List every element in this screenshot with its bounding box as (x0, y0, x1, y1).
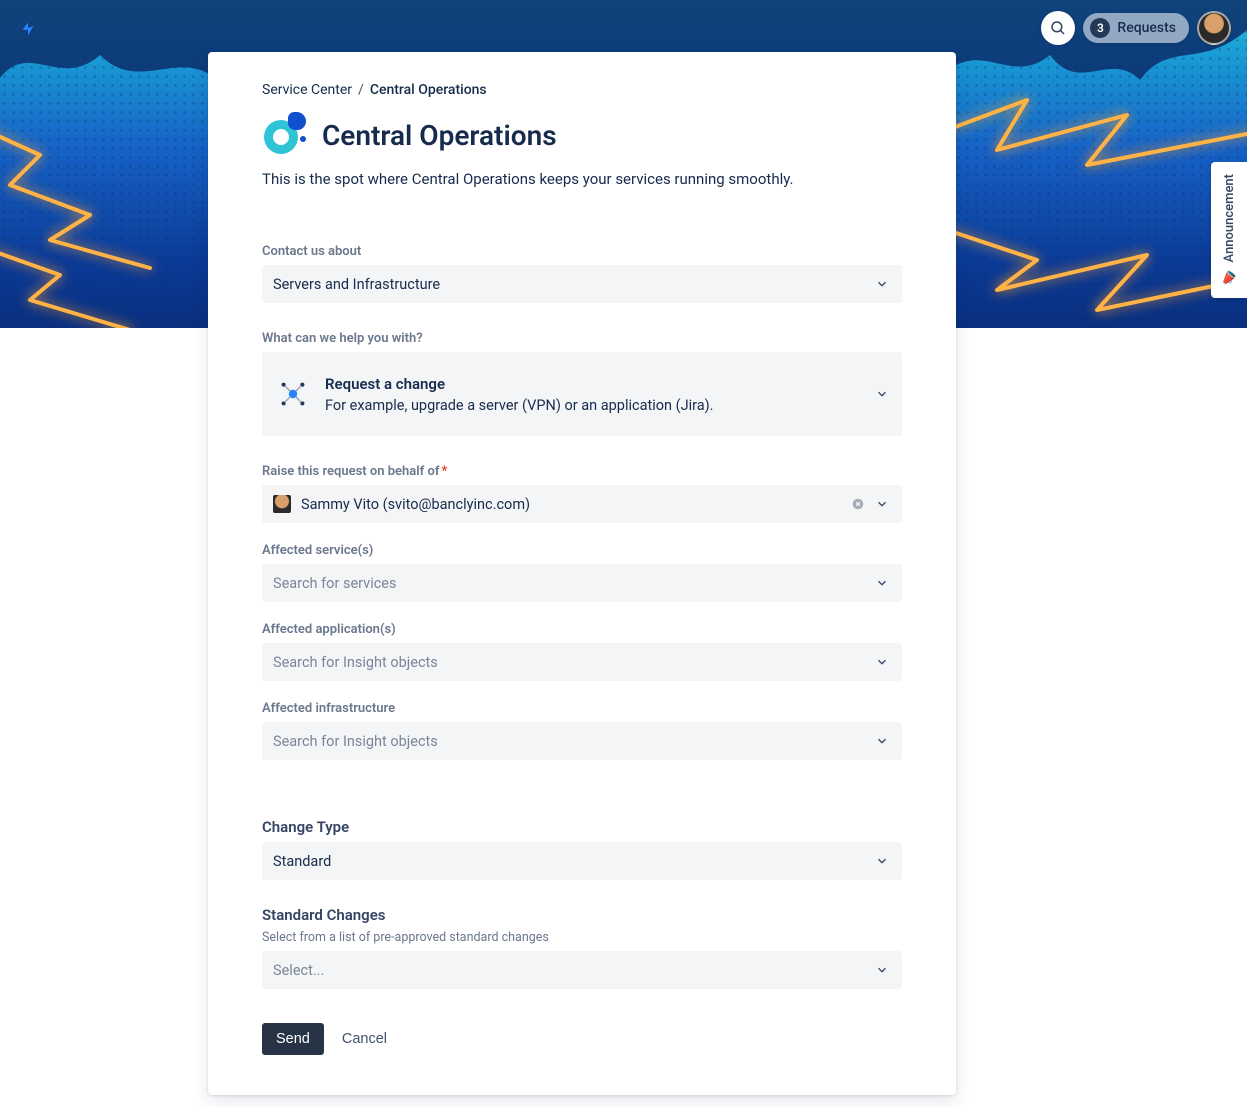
megaphone-icon: 📣 (1218, 268, 1240, 289)
lightning-bolt-icon (0, 240, 220, 328)
affected-infra-label: Affected infrastructure (262, 701, 902, 716)
standard-changes-label: Standard Changes (262, 906, 902, 924)
affected-apps-label: Affected application(s) (262, 622, 902, 637)
announcement-label: Announcement (1222, 174, 1237, 262)
change-type-label: Change Type (262, 818, 902, 836)
behalf-of-label: Raise this request on behalf of* (262, 464, 902, 479)
affected-services-label: Affected service(s) (262, 543, 902, 558)
user-avatar-icon (273, 495, 291, 513)
request-form-card: Service Center / Central Operations Cent… (208, 52, 956, 1095)
affected-infra-placeholder: Search for Insight objects (273, 733, 873, 750)
breadcrumb: Service Center / Central Operations (262, 82, 902, 98)
help-with-label: What can we help you with? (262, 331, 902, 346)
announcement-tab[interactable]: Announcement 📣 (1211, 162, 1247, 298)
chevron-down-icon (873, 734, 891, 748)
chevron-down-icon (873, 655, 891, 669)
requests-label: Requests (1117, 20, 1176, 36)
app-logo-icon[interactable] (16, 16, 40, 40)
standard-changes-placeholder: Select... (273, 962, 873, 979)
chevron-down-icon (873, 576, 891, 590)
behalf-of-value: Sammy Vito (svito@banclyinc.com) (301, 496, 849, 513)
cancel-button[interactable]: Cancel (338, 1023, 391, 1055)
required-indicator: * (441, 464, 447, 479)
affected-apps-select[interactable]: Search for Insight objects (262, 643, 902, 681)
affected-services-select[interactable]: Search for services (262, 564, 902, 602)
chevron-down-icon (873, 854, 891, 868)
top-bar: 3 Requests (0, 8, 1247, 48)
chevron-down-icon (873, 277, 891, 291)
contact-about-value: Servers and Infrastructure (273, 276, 873, 293)
chevron-down-icon (873, 963, 891, 977)
requests-count-badge: 3 (1090, 18, 1110, 38)
chevron-down-icon (873, 387, 891, 401)
page-description: This is the spot where Central Operation… (262, 170, 902, 188)
chevron-down-icon (873, 497, 891, 511)
affected-apps-placeholder: Search for Insight objects (273, 654, 873, 671)
request-change-icon (277, 378, 309, 410)
portal-gear-icon (262, 112, 308, 158)
affected-infra-select[interactable]: Search for Insight objects (262, 722, 902, 760)
send-button[interactable]: Send (262, 1023, 324, 1055)
behalf-of-select[interactable]: Sammy Vito (svito@banclyinc.com) (262, 485, 902, 523)
requests-button[interactable]: 3 Requests (1083, 13, 1189, 43)
change-type-value: Standard (273, 853, 873, 870)
contact-about-select[interactable]: Servers and Infrastructure (262, 265, 902, 303)
clear-icon[interactable] (849, 497, 867, 511)
page-title: Central Operations (322, 119, 557, 152)
change-type-select[interactable]: Standard (262, 842, 902, 880)
search-button[interactable] (1041, 11, 1075, 45)
breadcrumb-current: Central Operations (370, 82, 487, 98)
request-type-title: Request a change (325, 375, 714, 393)
standard-changes-select[interactable]: Select... (262, 951, 902, 989)
breadcrumb-root[interactable]: Service Center (262, 82, 352, 98)
request-type-select[interactable]: Request a change For example, upgrade a … (262, 352, 902, 436)
lightning-bolt-icon (947, 190, 1247, 328)
standard-changes-sublabel: Select from a list of pre-approved stand… (262, 930, 902, 945)
affected-services-placeholder: Search for services (273, 575, 873, 592)
request-type-desc: For example, upgrade a server (VPN) or a… (325, 397, 714, 414)
user-avatar[interactable] (1197, 11, 1231, 45)
breadcrumb-separator: / (358, 82, 364, 98)
search-icon (1049, 19, 1067, 37)
contact-about-label: Contact us about (262, 244, 902, 259)
